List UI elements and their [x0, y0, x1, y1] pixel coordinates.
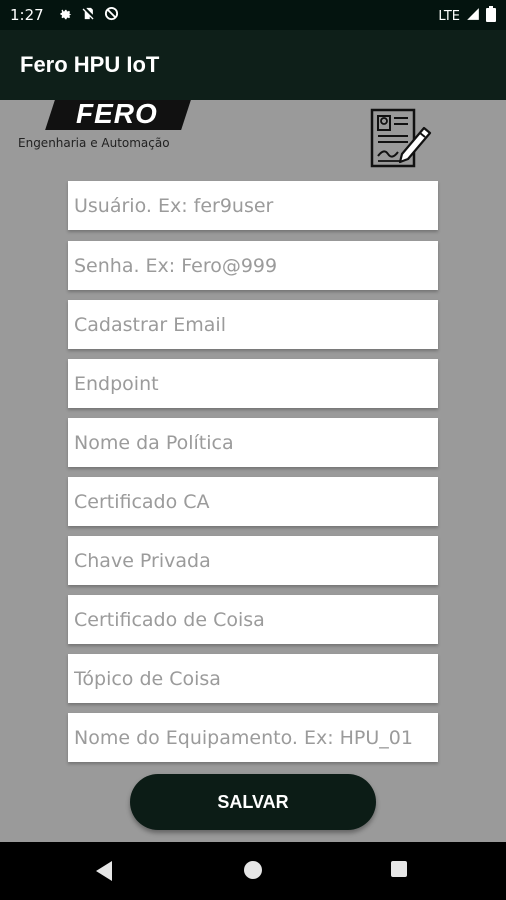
logo-brand: FERO: [76, 98, 158, 129]
email-field-wrapper: [68, 300, 438, 349]
status-bar: 1:27 LTE: [0, 0, 506, 30]
endpoint-input[interactable]: [68, 359, 438, 408]
network-type: LTE: [438, 8, 460, 24]
username-input[interactable]: [68, 181, 438, 230]
policy-name-input[interactable]: [68, 418, 438, 467]
thing-certificate-input[interactable]: [68, 595, 438, 644]
document-sign-icon: [368, 106, 434, 172]
back-icon[interactable]: [94, 860, 114, 886]
app-title: Fero HPU IoT: [20, 52, 160, 77]
private-key-input[interactable]: [68, 536, 438, 585]
thing-certificate-field-wrapper: [68, 595, 438, 644]
equipment-name-field-wrapper: [68, 713, 438, 762]
username-field-wrapper: [68, 181, 438, 230]
settings-gear-icon: [58, 6, 73, 25]
ca-certificate-field-wrapper: [68, 477, 438, 526]
equipment-name-input[interactable]: [68, 713, 438, 762]
no-sim-icon: [81, 6, 96, 25]
thing-topic-field-wrapper: [68, 654, 438, 703]
ca-certificate-input[interactable]: [68, 477, 438, 526]
recents-icon[interactable]: [391, 861, 407, 877]
battery-icon: [486, 6, 496, 26]
save-button[interactable]: SALVAR: [130, 774, 376, 830]
policy-name-field-wrapper: [68, 418, 438, 467]
thing-topic-input[interactable]: [68, 654, 438, 703]
signal-icon: [466, 7, 480, 25]
email-input[interactable]: [68, 300, 438, 349]
endpoint-field-wrapper: [68, 359, 438, 408]
dnd-icon: [104, 6, 119, 25]
private-key-field-wrapper: [68, 536, 438, 585]
password-input[interactable]: [68, 241, 438, 290]
fero-logo: FERO Engenharia e Automação: [18, 98, 198, 156]
password-field-wrapper: [68, 241, 438, 290]
logo-subtitle: Engenharia e Automação: [18, 136, 170, 150]
status-time: 1:27: [10, 6, 44, 24]
home-icon[interactable]: [244, 861, 262, 879]
